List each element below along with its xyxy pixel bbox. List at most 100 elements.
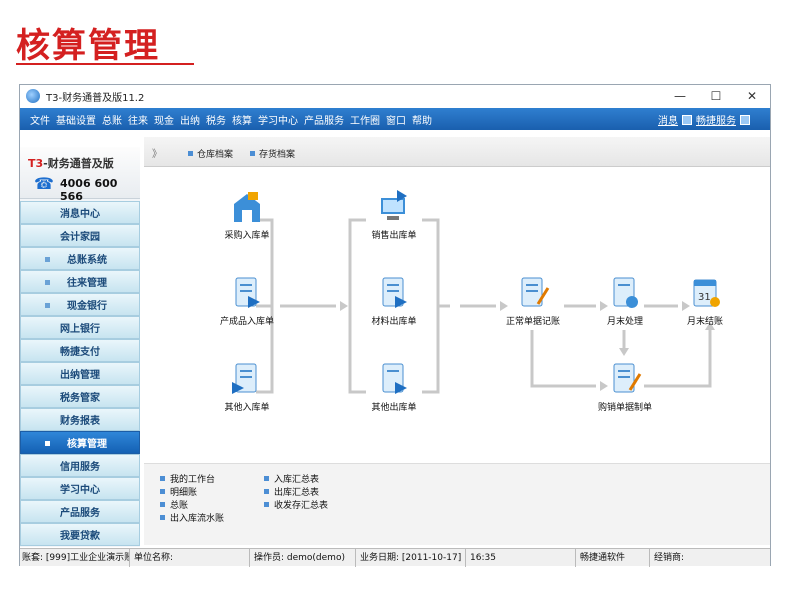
document-edit-icon — [608, 360, 642, 398]
sidebar-item[interactable]: 会计家园 — [20, 224, 140, 247]
quick-tab-bar: 》 仓库档案 存货档案 — [144, 137, 770, 167]
status-company: 畅捷通软件 — [578, 549, 650, 567]
link-general-ledger[interactable]: 总账 — [160, 498, 188, 511]
sidebar-item[interactable]: 网上银行 — [20, 316, 140, 339]
node-material-out[interactable]: 材料出库单 — [349, 274, 439, 327]
link-inbound-summary[interactable]: 入库汇总表 — [264, 472, 319, 485]
collapse-chevron-icon[interactable]: 》 — [152, 145, 162, 160]
menu-basic-settings[interactable]: 基础设置 — [56, 112, 96, 127]
hotline-number: 4006 600 566 — [60, 177, 118, 203]
sidebar: T3-财务通普及版 ☎ 4006 600 566 消息中心会计家园总账系统往来管… — [20, 147, 140, 547]
tab-warehouse-archive[interactable]: 仓库档案 — [188, 147, 233, 160]
document-edit-icon — [516, 274, 550, 312]
report-links: 我的工作台 明细账 总账 出入库流水账 入库汇总表 出库汇总表 收发存汇总表 — [144, 463, 770, 545]
sidebar-item[interactable]: 核算管理 — [20, 431, 140, 454]
message-icon — [682, 114, 692, 125]
sidebar-item[interactable]: 畅捷支付 — [20, 339, 140, 362]
link-outbound-summary[interactable]: 出库汇总表 — [264, 485, 319, 498]
page-heading: 核算管理 — [16, 26, 160, 66]
sidebar-item-label: 总账系统 — [67, 255, 107, 266]
app-logo-icon — [26, 89, 40, 103]
menu-tax[interactable]: 税务 — [206, 112, 226, 127]
menu-cash[interactable]: 现金 — [154, 112, 174, 127]
link-detail-ledger[interactable]: 明细账 — [160, 485, 197, 498]
sidebar-item[interactable]: 现金银行 — [20, 293, 140, 316]
sidebar-item-label: 畅捷支付 — [60, 347, 100, 358]
sidebar-item-label: 现金银行 — [67, 301, 107, 312]
menu-cashier[interactable]: 出纳 — [180, 112, 200, 127]
document-out-icon — [377, 274, 411, 312]
status-business-date: 业务日期: [2011-10-17] — [358, 549, 466, 567]
sidebar-item-label: 财务报表 — [60, 416, 100, 427]
status-account: 账套: [999]工业企业演示账套 — [20, 549, 130, 567]
sidebar-item[interactable]: 税务管家 — [20, 385, 140, 408]
status-bar: 账套: [999]工业企业演示账套 单位名称: 操作员: demo(demo) … — [20, 548, 770, 567]
menu-work-circle[interactable]: 工作圈 — [350, 112, 380, 127]
sidebar-item-label: 核算管理 — [67, 439, 107, 450]
node-product-in[interactable]: 产成品入库单 — [202, 274, 292, 327]
minimize-button[interactable]: — — [662, 85, 698, 107]
bullet-icon — [45, 441, 50, 446]
bullet-icon — [45, 257, 50, 262]
link-inout-journal[interactable]: 出入库流水账 — [160, 511, 224, 524]
warehouse-in-icon — [230, 188, 264, 226]
service-link[interactable]: 畅捷服务 — [696, 112, 736, 127]
menu-receivables[interactable]: 往来 — [128, 112, 148, 127]
sidebar-item-label: 产品服务 — [60, 508, 100, 519]
link-my-workbench[interactable]: 我的工作台 — [160, 472, 215, 485]
menu-file[interactable]: 文件 — [30, 112, 50, 127]
bullet-icon — [160, 515, 165, 520]
bullet-icon — [264, 476, 269, 481]
sidebar-item[interactable]: 往来管理 — [20, 270, 140, 293]
status-unit: 单位名称: — [132, 549, 250, 567]
sidebar-item[interactable]: 总账系统 — [20, 247, 140, 270]
title-bar: T3-财务通普及版11.2 — ☐ ✕ — [20, 85, 770, 107]
bullet-icon — [264, 489, 269, 494]
node-month-end-process[interactable]: 月末处理 — [580, 274, 670, 327]
status-operator: 操作员: demo(demo) — [252, 549, 356, 567]
calendar-icon: 31 — [688, 274, 722, 312]
messages-link[interactable]: 消息 — [658, 112, 678, 127]
bullet-icon — [250, 151, 255, 156]
status-time: 16:35 — [468, 549, 576, 567]
node-other-out[interactable]: 其他出库单 — [349, 360, 439, 413]
menu-general-ledger[interactable]: 总账 — [102, 112, 122, 127]
document-in-icon — [230, 360, 264, 398]
menu-learning-center[interactable]: 学习中心 — [258, 112, 298, 127]
maximize-button[interactable]: ☐ — [698, 85, 734, 107]
app-window: T3-财务通普及版11.2 — ☐ ✕ 文件 基础设置 总账 往来 现金 出纳 … — [19, 84, 771, 567]
sidebar-item-label: 会计家园 — [60, 232, 100, 243]
menu-right-links: 消息 畅捷服务 — [658, 112, 750, 127]
sidebar-item-label: 消息中心 — [60, 209, 100, 220]
menu-accounting[interactable]: 核算 — [232, 112, 252, 127]
menu-help[interactable]: 帮助 — [412, 112, 432, 127]
sidebar-item[interactable]: 出纳管理 — [20, 362, 140, 385]
computer-out-icon — [377, 188, 411, 226]
sidebar-item[interactable]: 消息中心 — [20, 201, 140, 224]
node-month-end-close[interactable]: 31 月末结账 — [660, 274, 750, 327]
sidebar-item[interactable]: 信用服务 — [20, 454, 140, 477]
sidebar-item-label: 税务管家 — [60, 393, 100, 404]
menu-window[interactable]: 窗口 — [386, 112, 406, 127]
node-other-in[interactable]: 其他入库单 — [202, 360, 292, 413]
heading-underline — [16, 63, 194, 65]
node-sales-out[interactable]: 销售出库单 — [349, 188, 439, 241]
tab-inventory-archive[interactable]: 存货档案 — [250, 147, 295, 160]
link-stock-summary[interactable]: 收发存汇总表 — [264, 498, 328, 511]
sidebar-item-label: 出纳管理 — [60, 370, 100, 381]
main-content: 》 仓库档案 存货档案 采购入库单 产成品入库单 其他入库单 销售出库单 材料出… — [144, 137, 770, 549]
sidebar-item[interactable]: 财务报表 — [20, 408, 140, 431]
sidebar-item-label: 往来管理 — [67, 278, 107, 289]
node-purchase-in[interactable]: 采购入库单 — [202, 188, 292, 241]
sidebar-item[interactable]: 产品服务 — [20, 500, 140, 523]
menu-product-service[interactable]: 产品服务 — [304, 112, 344, 127]
close-button[interactable]: ✕ — [734, 85, 770, 107]
node-normal-posting[interactable]: 正常单据记账 — [488, 274, 578, 327]
window-title: T3-财务通普及版11.2 — [46, 92, 145, 104]
sidebar-item[interactable]: 学习中心 — [20, 477, 140, 500]
sidebar-item-label: 信用服务 — [60, 462, 100, 473]
sidebar-brand: T3-财务通普及版 ☎ 4006 600 566 — [20, 147, 140, 203]
node-purchase-sales-voucher[interactable]: 购销单据制单 — [580, 360, 670, 413]
document-gear-icon — [608, 274, 642, 312]
sidebar-item[interactable]: 我要贷款 — [20, 523, 140, 546]
